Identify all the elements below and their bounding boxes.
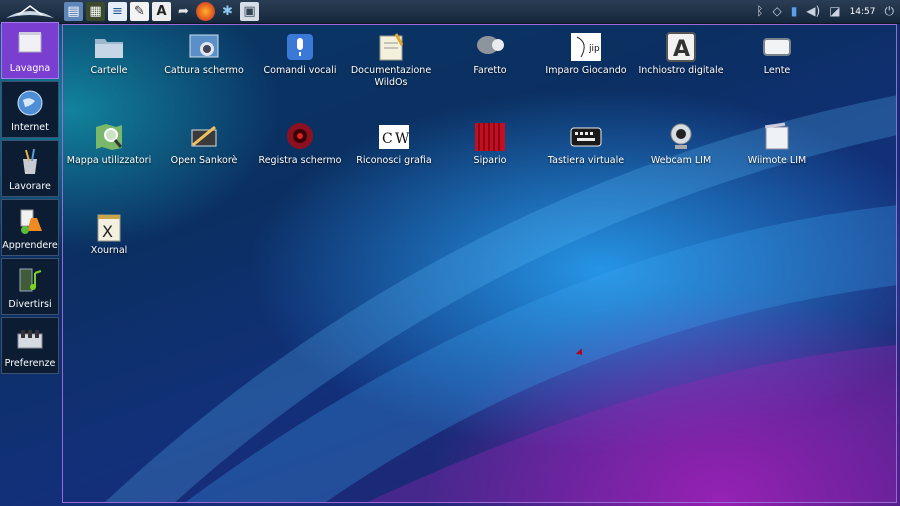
category-dock: Lavagna Internet Lavorare Apprendere Div…	[1, 22, 61, 376]
dock-item-apprendere[interactable]: Apprendere	[1, 199, 59, 256]
film-music-icon	[19, 268, 42, 292]
desktop-icon-webcam-lim[interactable]: Webcam LIM	[634, 121, 728, 167]
keyboard-icon	[570, 127, 602, 147]
record-icon	[287, 123, 313, 149]
lens-icon	[763, 38, 791, 56]
text-editor-icon[interactable]: ✎	[130, 2, 149, 21]
desktop-icon-comandi-vocali[interactable]: Comandi vocali	[253, 31, 347, 77]
desktop-icon-documentazione-wildos[interactable]: Documentazione WildOs	[344, 31, 438, 89]
wildos-logo-icon[interactable]	[4, 2, 56, 21]
svg-text:C: C	[382, 131, 393, 147]
dock-item-label: Divertirsi	[8, 299, 52, 310]
svg-text:X: X	[102, 222, 113, 241]
wallpaper-swoosh	[105, 95, 896, 502]
bluetooth-icon[interactable]: ᛒ	[756, 2, 763, 21]
notepad-icon	[379, 33, 404, 61]
handwriting-icon: CW	[379, 125, 410, 149]
document-icon[interactable]: ≡	[108, 2, 127, 21]
font-a-icon[interactable]: A	[152, 2, 171, 21]
dock-item-divertirsi[interactable]: Divertirsi	[1, 258, 59, 315]
desktop-icon-wiimote-lim[interactable]: Wiimote LIM	[730, 121, 824, 167]
system-tray: ᛒ ◇ ▮ ◀) ◪ 14:57 ⏻	[756, 2, 894, 21]
wiimote-icon	[764, 122, 789, 150]
pen-board-icon	[191, 125, 217, 147]
desktop-icon-open-sankore[interactable]: Open Sankorè	[157, 121, 251, 167]
spotlight-icon	[477, 36, 504, 54]
power-icon[interactable]: ⏻	[885, 2, 895, 21]
top-panel: ▤ ▦ ≡ ✎ A ➦ ✱ ▣ ᛒ ◇ ▮ ◀) ◪ 14:57 ⏻	[0, 0, 900, 24]
pencils-icon	[23, 148, 37, 174]
desktop-icon-registra-schermo[interactable]: Registra schermo	[253, 121, 347, 167]
dock-item-preferenze[interactable]: Preferenze	[1, 317, 59, 374]
desktop-icon-faretto[interactable]: Faretto	[443, 31, 537, 77]
desktop-icon-cattura-schermo[interactable]: Cattura schermo	[157, 31, 251, 77]
desktop-icon-cartelle[interactable]: Cartelle	[63, 31, 156, 77]
letter-a-icon: A	[666, 32, 696, 62]
terminal-icon[interactable]: ▦	[86, 2, 105, 21]
dock-item-lavorare[interactable]: Lavorare	[1, 140, 59, 197]
desktop-icon-riconosci-grafia[interactable]: CW Riconosci grafia	[347, 121, 441, 167]
desktop-icon-xournal[interactable]: X Xournal	[63, 211, 156, 257]
dock-item-label: Lavagna	[9, 63, 51, 74]
whiteboard-icon	[18, 32, 42, 53]
dock-item-internet[interactable]: Internet	[1, 81, 59, 138]
dock-item-label: Apprendere	[2, 240, 58, 251]
wifi-icon[interactable]: ◇	[772, 2, 781, 21]
file-manager-icon[interactable]: ▤	[64, 2, 83, 21]
desktop-icon-imparo-giocando[interactable]: jip Imparo Giocando	[539, 31, 633, 77]
xournal-icon: X	[97, 214, 121, 242]
firefox-icon[interactable]	[196, 2, 215, 21]
launcher-bar: ▤ ▦ ≡ ✎ A ➦ ✱ ▣	[64, 2, 259, 21]
volume-icon[interactable]: ◀)	[806, 2, 820, 21]
desktop-area[interactable]: Cartelle Cattura schermo Comandi vocali …	[62, 24, 897, 503]
curtain-icon	[475, 123, 505, 151]
microphone-icon	[287, 34, 313, 60]
desktop-icon-inchiostro-digitale[interactable]: A Inchiostro digitale	[634, 31, 728, 77]
display-icon[interactable]: ◪	[829, 2, 840, 21]
map-magnifier-icon	[96, 124, 123, 150]
dock-item-label: Internet	[11, 122, 49, 133]
settings-star-icon[interactable]: ✱	[218, 2, 237, 21]
desktop-icon-lente[interactable]: Lente	[730, 31, 824, 77]
battery-icon[interactable]: ▮	[791, 2, 798, 21]
globe-icon	[17, 90, 43, 116]
folder-icon	[95, 39, 123, 58]
dock-item-label: Preferenze	[4, 358, 56, 369]
share-icon[interactable]: ➦	[174, 2, 193, 21]
desktop-icon-mappa-utilizzatori[interactable]: Mappa utilizzatori	[63, 121, 156, 167]
preferences-icon	[17, 330, 43, 349]
flask-icon	[20, 209, 42, 234]
screenshot-icon[interactable]: ▣	[240, 2, 259, 21]
webcam-icon	[670, 123, 692, 149]
desktop-icon-tastiera-virtuale[interactable]: Tastiera virtuale	[539, 121, 633, 167]
dock-item-label: Lavorare	[9, 181, 51, 192]
camera-icon	[189, 34, 219, 58]
desktop-icon-sipario[interactable]: Sipario	[443, 121, 537, 167]
svg-text:jip: jip	[588, 44, 600, 54]
clock[interactable]: 14:57	[850, 7, 876, 17]
svg-text:W: W	[395, 131, 410, 147]
svg-text:A: A	[673, 37, 690, 62]
dock-item-lavagna[interactable]: Lavagna	[1, 22, 59, 79]
face-drawing-icon: jip	[571, 33, 601, 61]
